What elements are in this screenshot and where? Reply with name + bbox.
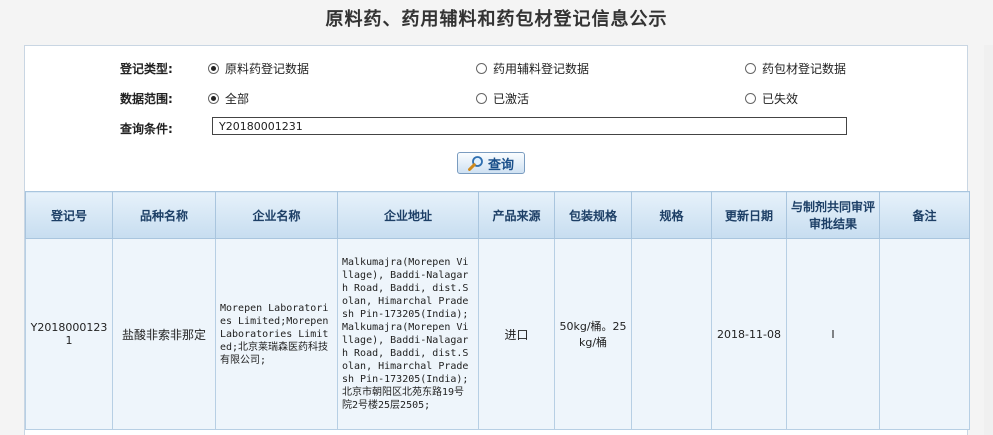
radio-icon[interactable]: [745, 93, 756, 104]
page-title: 原料药、药用辅料和药包材登记信息公示: [325, 9, 668, 30]
search-button[interactable]: 查询: [457, 152, 525, 174]
radio-icon[interactable]: [476, 93, 487, 104]
scope-option-label: 全部: [225, 92, 250, 106]
cell-company: Morepen Laboratories Limited;Morepen Lab…: [215, 238, 338, 430]
cell-remark: [879, 238, 970, 430]
scope-option-active[interactable]: 已激活: [476, 90, 529, 107]
type-option-excipient[interactable]: 药用辅料登记数据: [476, 60, 589, 77]
radio-icon[interactable]: [476, 63, 487, 74]
column-header[interactable]: 企业名称: [215, 191, 338, 239]
query-row: 查询条件:: [25, 117, 969, 139]
cell-reg-no: Y20180001231: [25, 238, 113, 430]
query-label: 查询条件:: [120, 122, 173, 136]
type-option-label: 药包材登记数据: [762, 62, 847, 76]
radio-icon-selected[interactable]: [208, 93, 219, 104]
search-panel: 登记类型: 原料药登记数据 药用辅料登记数据 药包材登记数据 数据范围: 全部 …: [24, 45, 970, 435]
cell-package: 50kg/桶。25kg/桶: [554, 238, 632, 430]
cell-date: 2018-11-08: [711, 238, 787, 430]
cell-spec: [631, 238, 712, 430]
cell-result: I: [786, 238, 880, 430]
data-scope-label: 数据范围:: [120, 92, 173, 106]
scope-option-all[interactable]: 全部: [208, 90, 249, 107]
column-header[interactable]: 规格: [631, 191, 712, 239]
table-row[interactable]: Y20180001231 盐酸非索非那定 Morepen Laboratorie…: [25, 238, 970, 430]
column-header[interactable]: 产品来源: [478, 191, 555, 239]
column-header[interactable]: 与制剂共同审评审批结果: [786, 191, 880, 239]
type-option-api[interactable]: 原料药登记数据: [208, 60, 309, 77]
scope-option-label: 已激活: [493, 92, 530, 106]
registration-type-label: 登记类型:: [120, 62, 173, 76]
table-header-row: 登记号 品种名称 企业名称 企业地址 产品来源 包装规格 规格 更新日期 与制剂…: [25, 191, 970, 239]
type-option-packaging[interactable]: 药包材登记数据: [745, 60, 846, 77]
scope-option-label: 已失效: [762, 92, 799, 106]
results-table: 登记号 品种名称 企业名称 企业地址 产品来源 包装规格 规格 更新日期 与制剂…: [25, 191, 970, 430]
column-header[interactable]: 品种名称: [112, 191, 216, 239]
column-header[interactable]: 企业地址: [337, 191, 479, 239]
type-option-label: 药用辅料登记数据: [493, 62, 590, 76]
data-scope-row: 数据范围: 全部 已激活 已失效: [25, 87, 969, 109]
registration-type-row: 登记类型: 原料药登记数据 药用辅料登记数据 药包材登记数据: [25, 57, 969, 79]
vertical-scrollbar[interactable]: [984, 45, 993, 435]
radio-icon[interactable]: [745, 63, 756, 74]
cell-address: Malkumajra(Morepen Village), Baddi-Nalag…: [337, 238, 479, 430]
type-option-label: 原料药登记数据: [225, 62, 310, 76]
scope-option-expired[interactable]: 已失效: [745, 90, 798, 107]
column-header[interactable]: 包装规格: [554, 191, 632, 239]
cell-source: 进口: [478, 238, 555, 430]
magnifier-icon: [467, 156, 483, 171]
search-button-label: 查询: [487, 157, 514, 173]
cell-name: 盐酸非索非那定: [112, 238, 216, 430]
column-header[interactable]: 更新日期: [711, 191, 787, 239]
column-header[interactable]: 备注: [879, 191, 970, 239]
query-input[interactable]: [212, 117, 847, 135]
radio-icon-selected[interactable]: [208, 63, 219, 74]
column-header[interactable]: 登记号: [25, 191, 113, 239]
